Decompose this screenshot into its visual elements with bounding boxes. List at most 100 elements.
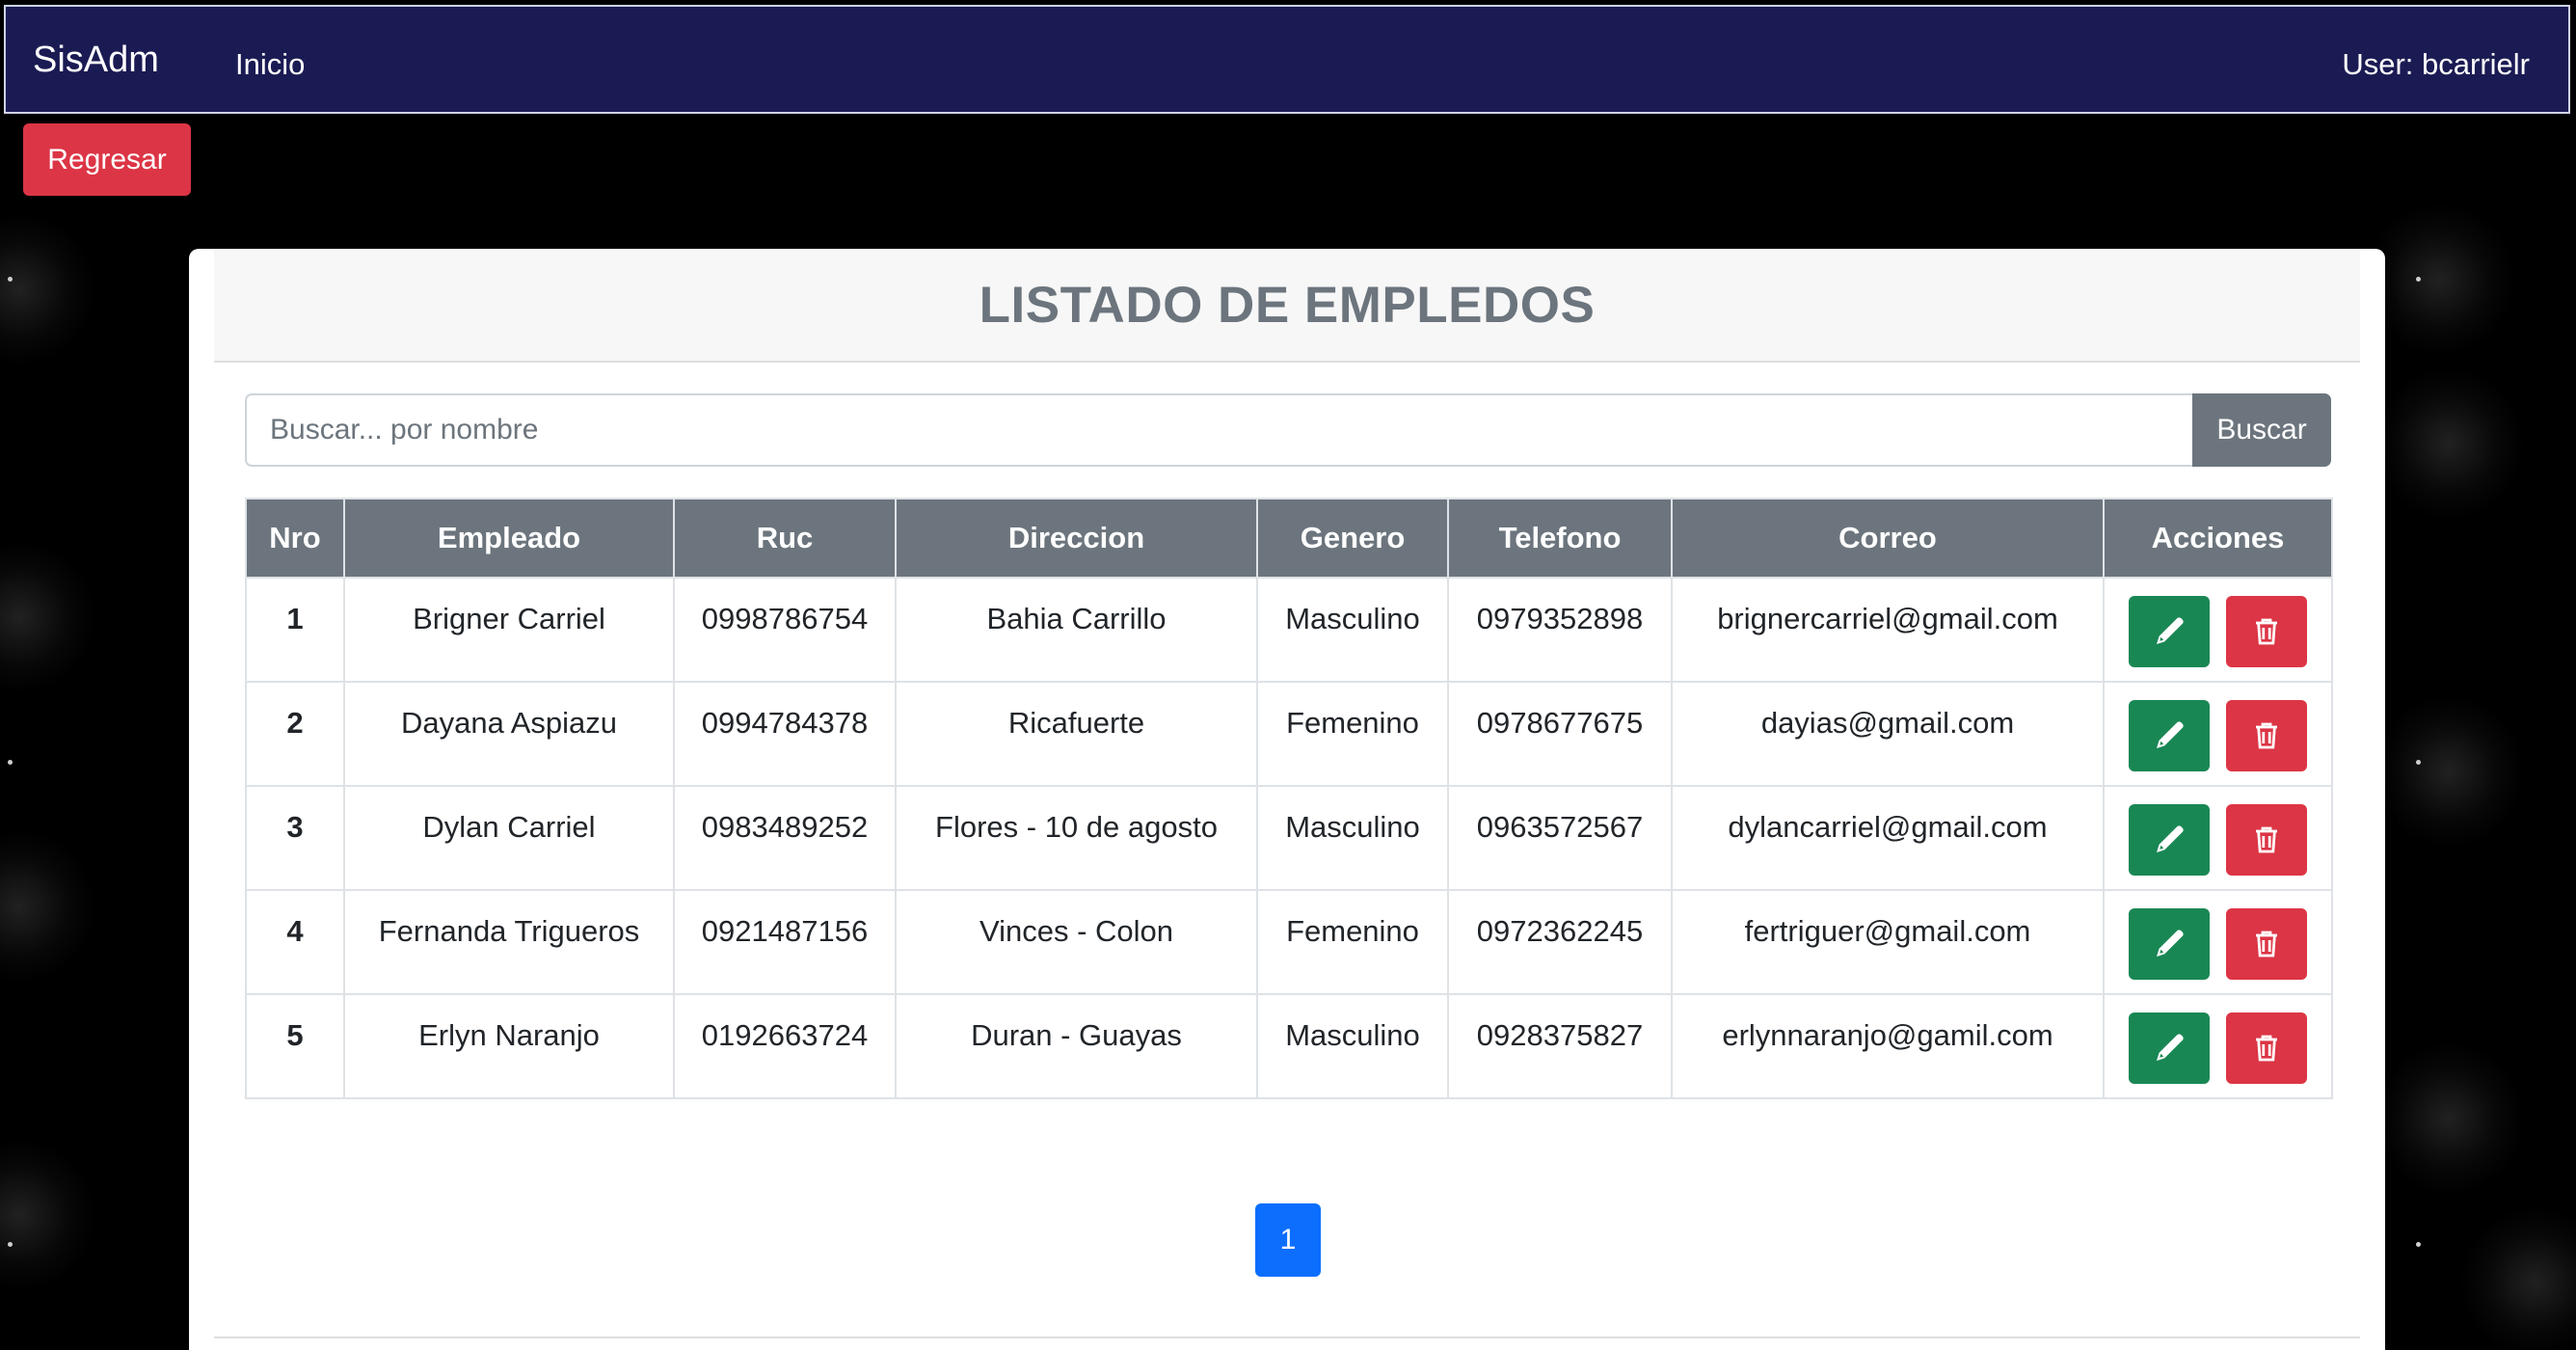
cell-nro: 4 bbox=[245, 889, 345, 995]
cell-correo: brignercarriel@gmail.com bbox=[1671, 577, 2105, 683]
background-glow bbox=[0, 1138, 96, 1292]
cell-ruc: 0998786754 bbox=[673, 577, 897, 683]
back-button[interactable]: Regresar bbox=[23, 123, 191, 196]
background-glow bbox=[0, 540, 96, 694]
background-glow bbox=[2458, 1205, 2576, 1350]
cell-direccion: Bahia Carrillo bbox=[895, 577, 1258, 683]
pencil-icon bbox=[2157, 930, 2184, 957]
pencil-icon bbox=[2157, 721, 2184, 748]
cell-correo: dylancarriel@gmail.com bbox=[1671, 785, 2105, 891]
pencil-icon bbox=[2157, 1034, 2184, 1061]
background-glow bbox=[2362, 202, 2516, 357]
background-glow bbox=[2372, 366, 2526, 521]
background-glow bbox=[0, 212, 96, 366]
column-header-telefono: Telefono bbox=[1447, 498, 1673, 579]
cell-nro: 3 bbox=[245, 785, 345, 891]
cell-nro: 5 bbox=[245, 993, 345, 1099]
delete-button[interactable] bbox=[2225, 1012, 2307, 1084]
delete-button[interactable] bbox=[2225, 908, 2307, 980]
cell-empleado: Dylan Carriel bbox=[343, 785, 675, 891]
cell-genero: Masculino bbox=[1256, 785, 1449, 891]
cell-nro: 1 bbox=[245, 577, 345, 683]
edit-button[interactable] bbox=[2129, 700, 2211, 771]
cell-empleado: Brigner Carriel bbox=[343, 577, 675, 683]
pagination-page-1[interactable]: 1 bbox=[1255, 1203, 1321, 1277]
cell-correo: erlynnaranjo@gamil.com bbox=[1671, 993, 2105, 1099]
cell-empleado: Erlyn Naranjo bbox=[343, 993, 675, 1099]
cell-empleado: Fernanda Trigueros bbox=[343, 889, 675, 995]
cell-actions bbox=[2103, 681, 2333, 787]
pencil-icon bbox=[2157, 825, 2184, 852]
column-header-nro: Nro bbox=[245, 498, 345, 579]
background-glow bbox=[2372, 694, 2526, 849]
table-row: 5 Erlyn Naranjo 0192663724 Duran - Guaya… bbox=[245, 993, 2333, 1099]
star bbox=[8, 760, 13, 765]
delete-button[interactable] bbox=[2225, 804, 2307, 876]
card-footer-divider bbox=[214, 1336, 2360, 1338]
column-header-direccion: Direccion bbox=[895, 498, 1258, 579]
delete-button[interactable] bbox=[2225, 700, 2307, 771]
cell-ruc: 0192663724 bbox=[673, 993, 897, 1099]
edit-button[interactable] bbox=[2129, 804, 2211, 876]
star bbox=[2416, 1242, 2421, 1247]
search-group: Buscar bbox=[245, 393, 2331, 467]
background-glow bbox=[0, 829, 96, 984]
trash-icon bbox=[2255, 618, 2277, 645]
trash-icon bbox=[2255, 826, 2277, 853]
cell-correo: fertriguer@gmail.com bbox=[1671, 889, 2105, 995]
table-row: 3 Dylan Carriel 0983489252 Flores - 10 d… bbox=[245, 785, 2333, 891]
star bbox=[2416, 760, 2421, 765]
search-button[interactable]: Buscar bbox=[2192, 393, 2331, 467]
edit-button[interactable] bbox=[2129, 908, 2211, 980]
trash-icon bbox=[2255, 1035, 2277, 1062]
cell-actions bbox=[2103, 785, 2333, 891]
employees-table: Nro Empleado Ruc Direccion Genero Telefo… bbox=[245, 498, 2333, 1099]
delete-button[interactable] bbox=[2225, 596, 2307, 667]
cell-telefono: 0928375827 bbox=[1447, 993, 1673, 1099]
cell-genero: Masculino bbox=[1256, 577, 1449, 683]
cell-actions bbox=[2103, 993, 2333, 1099]
cell-genero: Femenino bbox=[1256, 889, 1449, 995]
cell-actions bbox=[2103, 889, 2333, 995]
cell-ruc: 0994784378 bbox=[673, 681, 897, 787]
edit-button[interactable] bbox=[2129, 1012, 2211, 1084]
navbar-brand[interactable]: SisAdm bbox=[33, 41, 159, 78]
table-row: 1 Brigner Carriel 0998786754 Bahia Carri… bbox=[245, 577, 2333, 683]
table-header-row: Nro Empleado Ruc Direccion Genero Telefo… bbox=[245, 498, 2333, 579]
nav-link-inicio[interactable]: Inicio bbox=[235, 49, 305, 79]
cell-direccion: Duran - Guayas bbox=[895, 993, 1258, 1099]
cell-empleado: Dayana Aspiazu bbox=[343, 681, 675, 787]
table-row: 2 Dayana Aspiazu 0994784378 Ricafuerte F… bbox=[245, 681, 2333, 787]
employees-card: LISTADO DE EMPLEDOS Buscar Nro Empleado bbox=[189, 249, 2385, 1350]
cell-ruc: 0921487156 bbox=[673, 889, 897, 995]
background-glow bbox=[2372, 1041, 2526, 1196]
page-title: LISTADO DE EMPLEDOS bbox=[979, 276, 1596, 334]
cell-telefono: 0972362245 bbox=[1447, 889, 1673, 995]
cell-telefono: 0963572567 bbox=[1447, 785, 1673, 891]
cell-actions bbox=[2103, 577, 2333, 683]
cell-genero: Masculino bbox=[1256, 993, 1449, 1099]
cell-nro: 2 bbox=[245, 681, 345, 787]
pencil-icon bbox=[2157, 617, 2184, 644]
top-navbar: SisAdm Inicio User: bcarrielr bbox=[4, 5, 2570, 114]
cell-telefono: 0978677675 bbox=[1447, 681, 1673, 787]
cell-correo: dayias@gmail.com bbox=[1671, 681, 2105, 787]
table-row: 4 Fernanda Trigueros 0921487156 Vinces -… bbox=[245, 889, 2333, 995]
cell-ruc: 0983489252 bbox=[673, 785, 897, 891]
cell-genero: Femenino bbox=[1256, 681, 1449, 787]
trash-icon bbox=[2255, 931, 2277, 958]
card-header: LISTADO DE EMPLEDOS bbox=[214, 249, 2360, 363]
star bbox=[8, 277, 13, 282]
cell-direccion: Vinces - Colon bbox=[895, 889, 1258, 995]
star bbox=[8, 1242, 13, 1247]
cell-direccion: Ricafuerte bbox=[895, 681, 1258, 787]
search-input[interactable] bbox=[245, 393, 2192, 467]
cell-telefono: 0979352898 bbox=[1447, 577, 1673, 683]
star bbox=[2416, 277, 2421, 282]
edit-button[interactable] bbox=[2129, 596, 2211, 667]
cell-direccion: Flores - 10 de agosto bbox=[895, 785, 1258, 891]
column-header-acciones: Acciones bbox=[2103, 498, 2333, 579]
column-header-ruc: Ruc bbox=[673, 498, 897, 579]
column-header-genero: Genero bbox=[1256, 498, 1449, 579]
trash-icon bbox=[2255, 722, 2277, 749]
